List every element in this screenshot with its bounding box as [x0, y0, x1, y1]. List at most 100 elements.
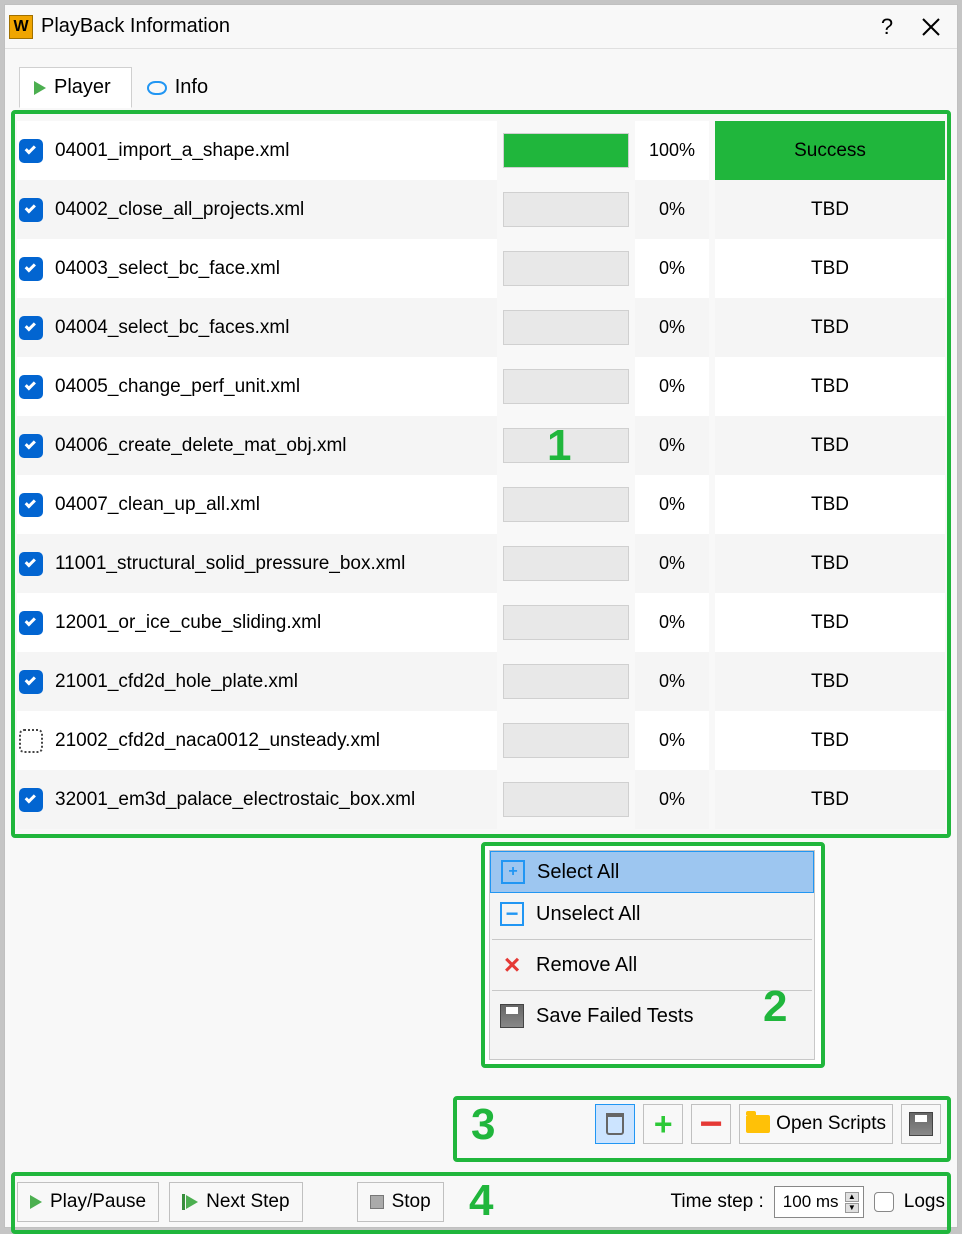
menu-remove-all[interactable]: × Remove All — [490, 944, 814, 986]
save-icon — [909, 1112, 933, 1136]
percent-cell: 0% — [635, 475, 709, 534]
trash-button[interactable] — [595, 1104, 635, 1144]
row-checkbox[interactable] — [19, 788, 43, 812]
plus-square-icon: + — [501, 860, 525, 884]
progress-cell — [503, 770, 629, 829]
percent-cell: 0% — [635, 770, 709, 829]
progress-bar — [503, 310, 629, 345]
table-row[interactable]: 32001_em3d_palace_electrostaic_box.xml0%… — [17, 770, 945, 829]
row-checkbox[interactable] — [19, 670, 43, 694]
progress-bar — [503, 664, 629, 699]
trash-icon — [606, 1113, 624, 1135]
open-scripts-button[interactable]: Open Scripts — [739, 1104, 893, 1144]
table-row[interactable]: 04001_import_a_shape.xml100%Success — [17, 121, 945, 180]
percent-cell: 0% — [635, 534, 709, 593]
progress-bar — [503, 546, 629, 581]
progress-bar — [503, 782, 629, 817]
table-row[interactable]: 04007_clean_up_all.xml0%TBD — [17, 475, 945, 534]
cell-name: 11001_structural_solid_pressure_box.xml — [17, 534, 497, 593]
table-row[interactable]: 04006_create_delete_mat_obj.xml0%TBD — [17, 416, 945, 475]
menu-unselect-all[interactable]: − Unselect All — [490, 893, 814, 935]
progress-cell — [503, 711, 629, 770]
table-row[interactable]: 04002_close_all_projects.xml0%TBD — [17, 180, 945, 239]
progress-cell — [503, 475, 629, 534]
percent-cell: 0% — [635, 239, 709, 298]
status-cell: TBD — [715, 534, 945, 593]
row-checkbox[interactable] — [19, 729, 43, 753]
stop-label: Stop — [392, 1191, 431, 1213]
annotation-frame-2: + Select All − Unselect All × Remove All… — [481, 842, 825, 1068]
tab-info[interactable]: Info — [132, 67, 229, 108]
filename: 21001_cfd2d_hole_plate.xml — [55, 671, 298, 693]
menu-select-all-label: Select All — [537, 861, 619, 884]
tabbar: Player Info — [5, 49, 957, 108]
row-checkbox[interactable] — [19, 198, 43, 222]
table-row[interactable]: 11001_structural_solid_pressure_box.xml 0… — [17, 534, 945, 593]
next-step-label: Next Step — [206, 1191, 289, 1213]
tab-player[interactable]: Player — [19, 67, 132, 108]
save-button[interactable] — [901, 1104, 941, 1144]
percent-cell: 0% — [635, 652, 709, 711]
percent-cell: 0% — [635, 593, 709, 652]
progress-cell — [503, 534, 629, 593]
close-icon — [922, 18, 940, 36]
time-step-spinner[interactable]: 100 ms ▲ ▼ — [774, 1186, 864, 1218]
cell-name: 21001_cfd2d_hole_plate.xml — [17, 652, 497, 711]
row-checkbox[interactable] — [19, 552, 43, 576]
filename: 04005_change_perf_unit.xml — [55, 376, 300, 398]
add-button[interactable]: + — [643, 1104, 683, 1144]
checkmark-icon — [25, 438, 36, 449]
row-checkbox[interactable] — [19, 493, 43, 517]
cell-name: 04005_change_perf_unit.xml — [17, 357, 497, 416]
progress-bar — [503, 723, 629, 758]
spinner-up[interactable]: ▲ — [845, 1192, 859, 1202]
status-cell: TBD — [715, 357, 945, 416]
logs-checkbox[interactable] — [874, 1192, 894, 1212]
table-row[interactable]: 04005_change_perf_unit.xml0%TBD — [17, 357, 945, 416]
filename: 04003_select_bc_face.xml — [55, 258, 280, 280]
info-icon — [147, 81, 167, 95]
percent-cell: 0% — [635, 711, 709, 770]
checkmark-icon — [25, 320, 36, 331]
status-cell: TBD — [715, 770, 945, 829]
checkmark-icon — [25, 379, 36, 390]
checkmark-icon — [25, 497, 36, 508]
spinner-down[interactable]: ▼ — [845, 1203, 859, 1213]
row-checkbox[interactable] — [19, 139, 43, 163]
cell-name: 04006_create_delete_mat_obj.xml — [17, 416, 497, 475]
window-title: PlayBack Information — [41, 15, 865, 38]
help-button[interactable]: ? — [865, 5, 909, 49]
row-checkbox[interactable] — [19, 611, 43, 635]
status-cell: TBD — [715, 298, 945, 357]
table-row[interactable]: 21002_cfd2d_naca0012_unsteady.xml0%TBD — [17, 711, 945, 770]
table-row[interactable]: 04004_select_bc_faces.xml 0%TBD — [17, 298, 945, 357]
row-checkbox[interactable] — [19, 316, 43, 340]
row-checkbox[interactable] — [19, 257, 43, 281]
table-row[interactable]: 12001_or_ice_cube_sliding.xml0%TBD — [17, 593, 945, 652]
percent-cell: 0% — [635, 298, 709, 357]
cell-name: 04002_close_all_projects.xml — [17, 180, 497, 239]
row-checkbox[interactable] — [19, 434, 43, 458]
close-button[interactable] — [909, 5, 953, 49]
stop-icon — [370, 1195, 384, 1209]
next-step-button[interactable]: Next Step — [169, 1182, 302, 1222]
status-cell: TBD — [715, 711, 945, 770]
checkmark-icon — [25, 792, 36, 803]
table-row[interactable]: 21001_cfd2d_hole_plate.xml0%TBD — [17, 652, 945, 711]
table-row[interactable]: 04003_select_bc_face.xml0%TBD — [17, 239, 945, 298]
time-step-value: 100 ms — [783, 1192, 839, 1212]
progress-bar — [503, 487, 629, 522]
stop-button[interactable]: Stop — [357, 1182, 444, 1222]
filename: 04001_import_a_shape.xml — [55, 140, 290, 162]
filename: 11001_structural_solid_pressure_box.xml — [55, 553, 405, 575]
play-pause-button[interactable]: Play/Pause — [17, 1182, 159, 1222]
play-icon — [34, 81, 46, 95]
progress-cell — [503, 239, 629, 298]
row-checkbox[interactable] — [19, 375, 43, 399]
cell-name: 04004_select_bc_faces.xml — [17, 298, 497, 357]
progress-fill — [504, 134, 628, 167]
menu-select-all[interactable]: + Select All — [490, 851, 814, 893]
status-cell: Success — [715, 121, 945, 180]
filename: 12001_or_ice_cube_sliding.xml — [55, 612, 321, 634]
remove-button[interactable]: − — [691, 1104, 731, 1144]
